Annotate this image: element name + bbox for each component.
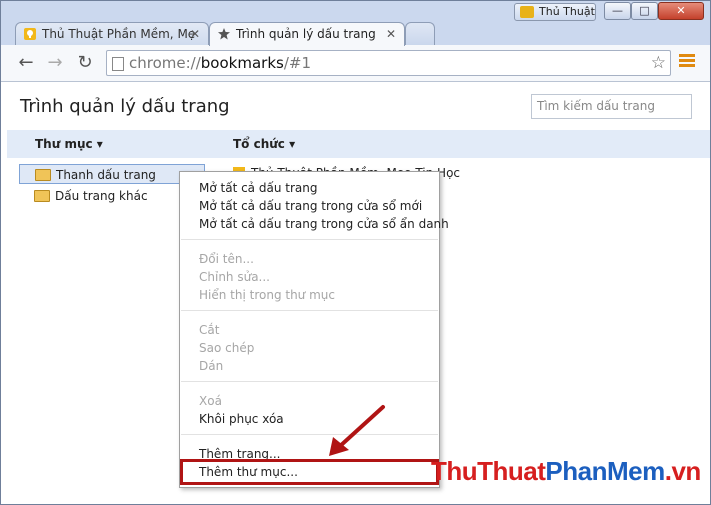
- organize-menu-button[interactable]: Tổ chức ▾: [233, 137, 295, 151]
- menu-item-paste[interactable]: Dán: [199, 357, 223, 375]
- watermark-part2: PhanMem: [545, 456, 665, 486]
- tree-item-label: Thanh dấu trang: [56, 168, 156, 182]
- profile-button[interactable]: Thủ Thuật: [514, 3, 596, 21]
- close-window-button[interactable]: ✕: [658, 2, 704, 20]
- url-scheme: chrome://: [129, 54, 201, 72]
- watermark-logo: ThuThuatPhanMem.vn: [431, 456, 701, 487]
- url-path: /#1: [283, 54, 311, 72]
- minimize-button[interactable]: —: [604, 2, 631, 20]
- menu-item-rename[interactable]: Đổi tên...: [199, 250, 254, 268]
- reload-icon[interactable]: ↻: [72, 50, 98, 76]
- menu-separator: [181, 434, 438, 435]
- menu-item-show-in-folder[interactable]: Hiển thị trong thư mục: [199, 286, 335, 304]
- highlight-box: [180, 459, 439, 485]
- arrow-icon: [329, 405, 385, 456]
- bulb-icon: [24, 28, 36, 40]
- header-strip: Thư mục ▾ Tổ chức ▾: [7, 130, 710, 158]
- menu-item-undo-delete[interactable]: Khôi phục xóa: [199, 410, 284, 428]
- tab-thuthuat[interactable]: Thủ Thuật Phần Mềm, Mẹ ✕: [15, 22, 209, 46]
- url-host: bookmarks: [200, 54, 284, 72]
- page-icon: [112, 57, 124, 71]
- search-input[interactable]: Tìm kiếm dấu trang: [531, 94, 692, 119]
- watermark-part3: .vn: [664, 456, 702, 486]
- menu-item-edit[interactable]: Chỉnh sửa...: [199, 268, 270, 286]
- menu-item-delete[interactable]: Xoá: [199, 392, 222, 410]
- title-bar: Thủ Thuật — □ ✕: [1, 1, 710, 23]
- page-title: Trình quản lý dấu trang: [20, 96, 230, 117]
- star-icon: [218, 28, 230, 40]
- tree-item-bookmarks-bar[interactable]: Thanh dấu trang: [19, 164, 205, 184]
- menu-item-open-all[interactable]: Mở tất cả dấu trang: [199, 179, 317, 197]
- tab-close-icon[interactable]: ✕: [386, 23, 396, 45]
- menu-item-open-all-new-window[interactable]: Mở tất cả dấu trang trong cửa sổ mới: [199, 197, 422, 215]
- profile-label: Thủ Thuật: [539, 5, 595, 18]
- context-menu: Mở tất cả dấu trang Mở tất cả dấu trang …: [179, 171, 449, 488]
- bookmark-star-icon[interactable]: ☆: [651, 51, 666, 75]
- back-icon[interactable]: ←: [13, 50, 39, 76]
- menu-separator: [181, 239, 438, 240]
- menu-item-copy[interactable]: Sao chép: [199, 339, 254, 357]
- new-tab-button[interactable]: [405, 22, 435, 46]
- profile-avatar-icon: [520, 6, 534, 18]
- tab-close-icon[interactable]: ✕: [190, 23, 200, 45]
- watermark-part1: ThuThuat: [431, 456, 546, 486]
- menu-item-cut[interactable]: Cắt: [199, 321, 219, 339]
- maximize-button[interactable]: □: [631, 2, 658, 20]
- tab-bookmark-manager[interactable]: Trình quản lý dấu trang ✕: [209, 22, 405, 46]
- menu-icon[interactable]: [679, 54, 695, 70]
- tree-item-other-bookmarks[interactable]: Dấu trang khác: [19, 186, 205, 206]
- menu-separator: [181, 381, 438, 382]
- menu-separator: [181, 310, 438, 311]
- tab-label: Trình quản lý dấu trang: [236, 27, 376, 41]
- address-bar[interactable]: chrome://bookmarks/#1 ☆: [106, 50, 671, 76]
- browser-window: Thủ Thuật — □ ✕ Thủ Thuật Phần Mềm, Mẹ ✕…: [0, 0, 711, 505]
- menu-item-open-all-incognito[interactable]: Mở tất cả dấu trang trong cửa sổ ẩn danh: [199, 215, 449, 233]
- folder-open-icon: [35, 169, 51, 181]
- toolbar: ← → ↻ chrome://bookmarks/#1 ☆: [1, 45, 710, 82]
- forward-icon[interactable]: →: [42, 50, 68, 76]
- tab-label: Thủ Thuật Phần Mềm, Mẹ: [42, 27, 196, 41]
- folders-menu-button[interactable]: Thư mục ▾: [35, 137, 103, 151]
- tree-item-label: Dấu trang khác: [55, 189, 148, 203]
- folder-icon: [34, 190, 50, 202]
